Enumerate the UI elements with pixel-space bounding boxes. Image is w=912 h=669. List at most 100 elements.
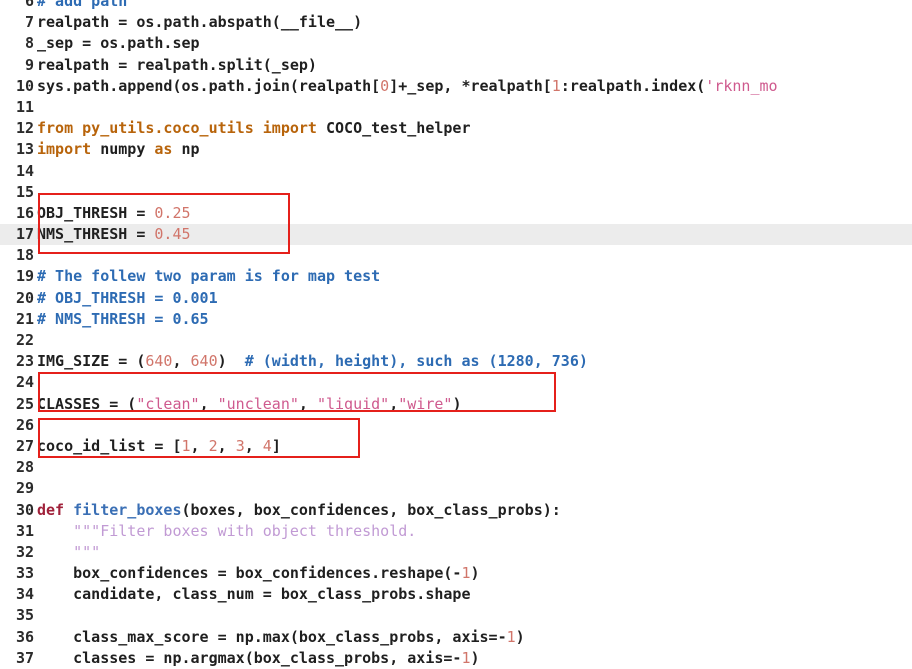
code-token: _sep = os.path.sep [37,34,200,53]
code-line[interactable]: 29 [0,478,912,499]
code-token: numpy [100,140,155,159]
code-line[interactable]: 31 """Filter boxes with object threshold… [0,521,912,542]
code-line[interactable]: 33 box_confidences = box_confidences.res… [0,563,912,584]
code-token: class_max_score = np.max(box_class_probs… [37,627,507,646]
code-text: OBJ_THRESH = 0.25 [37,203,191,224]
code-text: CLASSES = ("clean", "unclean", "liquid",… [37,394,461,415]
code-line[interactable]: 7 realpath = os.path.abspath(__file__) [0,12,912,33]
code-line[interactable]: 21 # NMS_THRESH = 0.65 [0,309,912,330]
code-token: OBJ_THRESH = [37,203,155,222]
code-editor[interactable]: 6 # add path 7 realpath = os.path.abspath(_… [0,0,912,669]
code-token: :realpath.index( [560,76,706,95]
code-token: coco_id_list = [ [37,436,182,455]
code-token: realpath = os.path.abspath(__file__) [37,13,363,32]
line-number: 19 [15,267,34,286]
code-line[interactable]: 37 classes = np.argmax(box_class_probs, … [0,648,912,669]
code-token: "wire" [398,394,453,413]
code-line[interactable]: 25 CLASSES = ("clean", "unclean", "liquid… [0,394,912,415]
line-number: 8 [24,34,34,53]
code-token: , [172,352,191,371]
line-number: 13 [15,140,34,159]
code-token: classes = np.argmax(box_class_probs, axi… [37,648,462,667]
code-token: sys.path.append(os.path.join(realpath[ [37,76,381,95]
code-token: # add path [37,0,128,10]
code-line[interactable]: 10 sys.path.append(os.path.join(realpath[… [0,76,912,97]
code-token: 1 [181,436,191,455]
line-number: 37 [15,648,34,667]
code-token: , [298,394,317,413]
code-token: 1 [506,627,516,646]
code-token: import [262,119,326,138]
code-token: np [181,140,200,159]
line-number: 34 [15,585,34,604]
code-text: IMG_SIZE = (640, 640) # (width, height),… [37,351,588,372]
code-line[interactable]: 23 IMG_SIZE = (640, 640) # (width, height… [0,351,912,372]
code-text: import numpy as np [37,139,200,160]
code-token: "liquid" [316,394,390,413]
code-token: ) [452,394,462,413]
code-token: ]+_sep, *realpath[ [389,76,552,95]
code-line[interactable]: 11 [0,97,912,118]
line-number: 21 [15,309,34,328]
code-token: from [37,119,83,138]
code-text: def filter_boxes(boxes, box_confidences,… [37,500,561,521]
code-text: coco_id_list = [1, 2, 3, 4] [37,436,281,457]
code-text: class_max_score = np.max(box_class_probs… [37,627,525,648]
code-line[interactable]: 34 candidate, class_num = box_class_prob… [0,584,912,605]
code-line[interactable]: 9 realpath = realpath.split(_sep) [0,55,912,76]
code-line[interactable]: 12 from py_utils.coco_utils import COCO_t… [0,118,912,139]
code-line[interactable]: 14 [0,161,912,182]
code-token: CLASSES = ( [37,394,137,413]
code-token: NMS_THRESH = [37,225,155,244]
line-number: 16 [15,203,34,222]
code-token: "unclean" [217,394,299,413]
code-line[interactable]: 32 """ [0,542,912,563]
code-line[interactable]: 27 coco_id_list = [1, 2, 3, 4] [0,436,912,457]
code-text: box_confidences = box_confidences.reshap… [37,563,480,584]
line-number: 10 [15,76,34,95]
line-number: 23 [15,352,34,371]
code-line[interactable]: 26 [0,415,912,436]
code-line[interactable]: 19 # The follew two param is for map test [0,266,912,287]
code-line[interactable]: 16 OBJ_THRESH = 0.25 [0,203,912,224]
code-line[interactable]: 18 [0,245,912,266]
code-text: candidate, class_num = box_class_probs.s… [37,584,470,605]
line-number: 32 [15,542,34,561]
code-line[interactable]: 15 [0,182,912,203]
code-line[interactable]: 20 # OBJ_THRESH = 0.001 [0,288,912,309]
code-line[interactable]: 17 NMS_THRESH = 0.45 [0,224,912,246]
code-line[interactable]: 6 # add path [0,0,912,12]
line-number: 17 [15,225,34,244]
code-line[interactable]: 22 [0,330,912,351]
code-token: # (width, height), such as (1280, 736) [244,352,588,371]
code-text: # add path [37,0,127,12]
code-token: 640 [190,352,218,371]
code-text: from py_utils.coco_utils import COCO_tes… [37,118,471,139]
line-number: 36 [15,627,34,646]
line-number: 35 [15,606,34,625]
code-token: ) [470,564,480,583]
code-line[interactable]: 36 class_max_score = np.max(box_class_pr… [0,627,912,648]
line-number: 22 [15,331,34,349]
code-line[interactable]: 24 [0,372,912,393]
code-token: , [244,436,263,455]
code-line[interactable]: 28 [0,457,912,478]
line-number: 15 [15,182,34,201]
code-line[interactable]: 13 import numpy as np [0,139,912,160]
code-line[interactable]: 30 def filter_boxes(boxes, box_confidence… [0,500,912,521]
code-text: # NMS_THRESH = 0.65 [37,309,209,330]
code-token: 0 [380,76,390,95]
line-number: 12 [15,119,34,138]
code-token: # OBJ_THRESH = 0.001 [37,288,218,307]
code-text: realpath = realpath.split(_sep) [37,55,317,76]
line-number: 27 [15,436,34,455]
code-token: 'rknn_mo [705,76,778,95]
code-line[interactable]: 35 [0,605,912,626]
code-token: ) [217,352,245,371]
line-number: 28 [15,458,34,477]
code-text: realpath = os.path.abspath(__file__) [37,12,362,33]
code-token: 0.25 [154,203,191,222]
code-line[interactable]: 8 _sep = os.path.sep [0,33,912,54]
